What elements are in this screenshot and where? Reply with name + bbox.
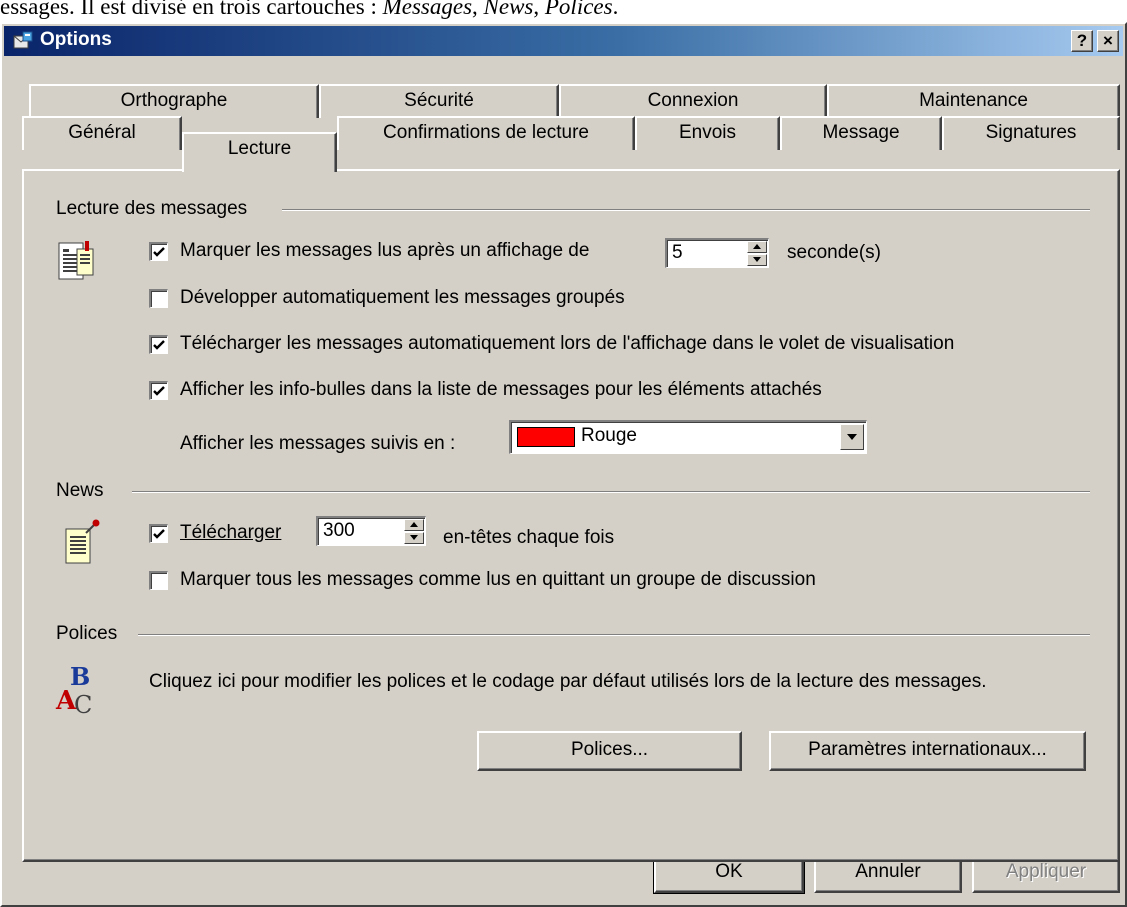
mark-all-read-label: Marquer tous les messages comme lus en q… bbox=[180, 569, 816, 590]
window-title: Options bbox=[40, 29, 112, 50]
news-download-label: Télécharger bbox=[180, 522, 282, 543]
group-divider bbox=[138, 634, 1090, 636]
caption-sep: , bbox=[533, 0, 545, 19]
check-icon bbox=[153, 247, 165, 257]
group-label-polices: Polices bbox=[56, 623, 124, 645]
mark-all-read-checkbox[interactable] bbox=[149, 571, 168, 590]
cancel-button-label: Annuler bbox=[855, 861, 921, 882]
page-caption: essages. Il est divisé en trois cartouch… bbox=[0, 0, 618, 20]
spin-down-button[interactable] bbox=[404, 532, 424, 544]
mark-read-seconds-input[interactable]: 5 bbox=[665, 238, 769, 268]
tab-signatures[interactable]: Signatures bbox=[942, 116, 1120, 150]
caption-section-news: News bbox=[483, 0, 534, 19]
help-button[interactable]: ? bbox=[1071, 30, 1093, 52]
fonts-button[interactable]: Polices... bbox=[477, 731, 742, 771]
tab-lecture[interactable]: Lecture bbox=[182, 132, 337, 172]
tab-general[interactable]: Général bbox=[22, 116, 182, 150]
apply-button-label: Appliquer bbox=[1005, 861, 1087, 882]
group-label-lecture: Lecture des messages bbox=[56, 198, 254, 220]
fonts-icon: B A C bbox=[55, 662, 92, 717]
svg-text:C: C bbox=[74, 691, 92, 717]
expand-groups-label: Développer automatiquement les messages … bbox=[180, 287, 625, 308]
lecture-panel: Lecture des messages Marquer les message… bbox=[22, 169, 1120, 862]
title-bar[interactable]: Options ? × bbox=[4, 26, 1123, 56]
mark-read-seconds-value: 5 bbox=[672, 242, 683, 263]
tab-envois[interactable]: Envois bbox=[635, 116, 780, 150]
watched-messages-label: Afficher les messages suivis en : bbox=[180, 433, 456, 454]
auto-download-label: Télécharger les messages automatiquement… bbox=[180, 333, 955, 354]
group-divider bbox=[132, 491, 1090, 493]
group-divider bbox=[282, 209, 1090, 211]
news-headers-count-input[interactable]: 300 bbox=[316, 516, 426, 546]
spin-up-button[interactable] bbox=[747, 241, 767, 253]
arrow-down-icon bbox=[753, 257, 761, 262]
caption-section-polices: Polices bbox=[544, 0, 613, 19]
tab-confirmations[interactable]: Confirmations de lecture bbox=[337, 116, 635, 150]
arrow-up-icon bbox=[753, 244, 761, 249]
tooltips-label: Afficher les info-bulles dans la liste d… bbox=[180, 379, 822, 400]
options-dialog: Options ? × Orthographe Sécurité Connexi… bbox=[0, 22, 1127, 907]
watched-color-select[interactable]: Rouge bbox=[509, 420, 867, 454]
arrow-up-icon bbox=[410, 522, 418, 527]
color-swatch bbox=[517, 427, 575, 447]
seconds-unit-label: seconde(s) bbox=[787, 242, 881, 263]
mark-read-label: Marquer les messages lus après un affich… bbox=[180, 240, 590, 261]
news-headers-count-value: 300 bbox=[323, 520, 355, 541]
check-icon bbox=[153, 529, 165, 539]
spin-up-button[interactable] bbox=[404, 519, 424, 531]
arrow-down-icon bbox=[410, 535, 418, 540]
tab-message[interactable]: Message bbox=[780, 116, 942, 150]
mark-read-checkbox[interactable] bbox=[149, 242, 168, 261]
caption-sep: , bbox=[472, 0, 484, 19]
options-app-icon bbox=[13, 31, 33, 49]
expand-groups-checkbox[interactable] bbox=[149, 289, 168, 308]
tab-securite[interactable]: Sécurité bbox=[319, 84, 559, 118]
international-settings-button-label: Paramètres internationaux... bbox=[808, 739, 1047, 760]
caption-section-messages: Messages bbox=[382, 0, 473, 19]
caption-lead: essages. Il est divisé en trois cartouch… bbox=[0, 0, 383, 19]
tab-maintenance[interactable]: Maintenance bbox=[827, 84, 1120, 118]
caption-end: . bbox=[612, 0, 619, 19]
read-messages-icon bbox=[58, 241, 94, 280]
news-headers-suffix: en-têtes chaque fois bbox=[443, 527, 615, 548]
dropdown-button[interactable] bbox=[840, 424, 864, 450]
watched-color-value: Rouge bbox=[581, 425, 637, 446]
fonts-description: Cliquez ici pour modifier les polices et… bbox=[149, 671, 987, 692]
fonts-button-label: Polices... bbox=[570, 739, 649, 760]
chevron-down-icon bbox=[847, 434, 857, 440]
group-label-news: News bbox=[56, 480, 110, 502]
check-icon bbox=[153, 386, 165, 396]
spin-down-button[interactable] bbox=[747, 254, 767, 266]
news-icon bbox=[65, 519, 100, 564]
check-icon bbox=[153, 340, 165, 350]
news-download-checkbox[interactable] bbox=[149, 524, 168, 543]
ok-button-label: OK bbox=[715, 861, 743, 882]
auto-download-checkbox[interactable] bbox=[149, 335, 168, 354]
tab-connexion[interactable]: Connexion bbox=[559, 84, 827, 118]
tooltips-checkbox[interactable] bbox=[149, 381, 168, 400]
close-button[interactable]: × bbox=[1097, 30, 1119, 52]
international-settings-button[interactable]: Paramètres internationaux... bbox=[769, 731, 1086, 771]
tab-orthographe[interactable]: Orthographe bbox=[29, 84, 319, 118]
